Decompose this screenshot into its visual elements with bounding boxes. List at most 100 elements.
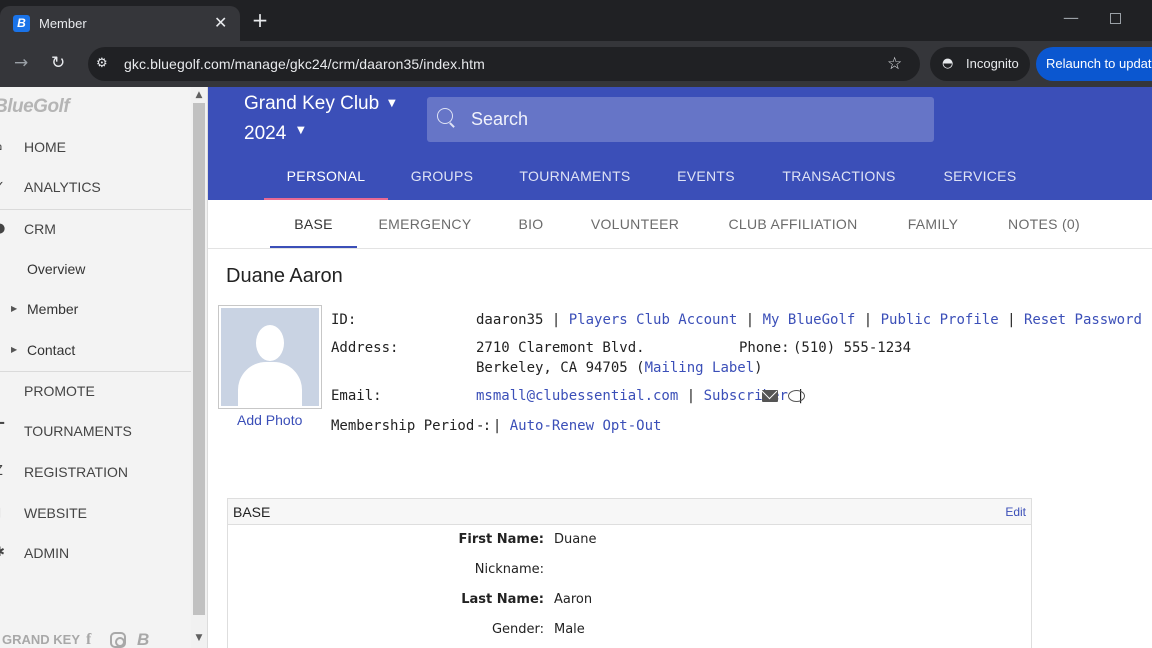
subtab-club-affiliation[interactable]: CLUB AFFILIATION xyxy=(714,200,872,248)
tab-transactions[interactable]: TRANSACTIONS xyxy=(774,163,904,199)
base-panel-title: BASE xyxy=(233,504,271,520)
facebook-icon[interactable]: f xyxy=(86,630,91,648)
edit-link[interactable]: Edit xyxy=(1005,499,1026,525)
url-text[interactable]: gkc.bluegolf.com/manage/gkc24/crm/daaron… xyxy=(124,54,485,74)
sidebar-subitem-contact[interactable]: ▶ Contact xyxy=(0,335,191,365)
email-row: msmall@clubessential.com | Subscriber | xyxy=(476,386,805,406)
bookmark-star-icon[interactable]: ☆ xyxy=(887,52,902,76)
players-club-account-link[interactable]: Players Club Account xyxy=(569,312,738,328)
site-settings-icon[interactable]: ⚙ xyxy=(96,54,108,74)
auto-renew-opt-out-link[interactable]: Auto-Renew Opt-Out xyxy=(510,418,662,434)
sidebar-subitem-member[interactable]: ▶ Member xyxy=(0,294,191,324)
base-panel-header: BASE Edit xyxy=(228,499,1031,525)
minimize-icon[interactable]: — xyxy=(1063,6,1079,30)
paren: ( xyxy=(636,360,645,376)
phone-label: Phone: xyxy=(739,340,790,356)
sidebar-scrollbar[interactable]: ▲ ▼ xyxy=(191,87,207,648)
bluegolf-icon[interactable]: B xyxy=(137,630,149,648)
sidebar-item-label: PROMOTE xyxy=(24,383,95,399)
sidebar-item-crm[interactable]: ● CRM xyxy=(0,214,191,244)
tournaments-icon: ▔ xyxy=(0,416,6,446)
expand-arrow-icon: ▶ xyxy=(11,304,18,313)
promote-icon: - xyxy=(0,376,6,406)
browser-tabstrip: B Member ✕ + — xyxy=(0,0,1152,41)
reset-password-link[interactable]: Reset Password xyxy=(1024,312,1142,328)
avatar-placeholder-icon xyxy=(221,308,319,406)
forward-icon[interactable]: → xyxy=(14,51,28,75)
search-input[interactable] xyxy=(471,97,921,142)
subtab-family[interactable]: FAMILY xyxy=(898,200,968,248)
address-line2: Berkeley, CA 94705 (Mailing Label) xyxy=(476,358,763,378)
incognito-indicator[interactable]: ◓ Incognito xyxy=(930,47,1030,81)
instagram-icon[interactable] xyxy=(110,632,126,648)
my-bluegolf-link[interactable]: My BlueGolf xyxy=(763,312,856,328)
reload-icon[interactable]: ↻ xyxy=(51,51,65,75)
subtab-base[interactable]: BASE xyxy=(270,200,357,248)
season-selector[interactable]: 2024 xyxy=(244,122,286,146)
sub-tabs: BASE EMERGENCY BIO VOLUNTEER CLUB AFFILI… xyxy=(208,200,1152,249)
sidebar-subitem-overview[interactable]: Overview xyxy=(0,254,191,284)
sidebar-item-label: ADMIN xyxy=(24,545,70,561)
first-name-label: First Name: xyxy=(458,532,544,547)
sidebar-item-website[interactable]: ▯ WEBSITE xyxy=(0,498,191,528)
tab-personal[interactable]: PERSONAL xyxy=(270,163,382,199)
tab-services[interactable]: SERVICES xyxy=(936,163,1024,199)
last-name-label: Last Name: xyxy=(461,592,544,607)
nickname-label: Nickname: xyxy=(474,562,544,577)
member-photo[interactable] xyxy=(218,305,322,409)
bluegolf-favicon-icon: B xyxy=(13,15,30,32)
subtab-volunteer[interactable]: VOLUNTEER xyxy=(582,200,688,248)
close-icon[interactable]: ✕ xyxy=(214,12,227,34)
subtab-notes[interactable]: NOTES (0) xyxy=(994,200,1094,248)
avatar-head xyxy=(256,325,284,361)
envelope-icon[interactable] xyxy=(762,390,778,402)
footer-club-name: GRAND KEY xyxy=(2,632,81,647)
tab-tournaments[interactable]: TOURNAMENTS xyxy=(512,163,638,199)
sidebar-item-tournaments[interactable]: ▔ TOURNAMENTS xyxy=(0,416,191,446)
bluegolf-logo[interactable]: BlueGolf xyxy=(0,95,70,119)
tab-title: Member xyxy=(39,16,87,31)
registration-icon: Z xyxy=(0,457,6,487)
sidebar-item-home[interactable]: ⌂ HOME xyxy=(0,132,191,162)
chevron-down-icon[interactable]: ▼ xyxy=(297,119,305,143)
tab-events[interactable]: EVENTS xyxy=(670,163,742,199)
sidebar-item-admin[interactable]: ✱ ADMIN xyxy=(0,538,191,568)
separator: | xyxy=(551,312,569,328)
scroll-down-icon[interactable]: ▼ xyxy=(191,632,207,644)
member-id: daaron35 xyxy=(476,312,544,328)
sidebar-item-analytics[interactable]: ✓ ANALYTICS xyxy=(0,172,191,202)
search-box[interactable] xyxy=(427,97,934,142)
browser-tab[interactable]: B Member ✕ xyxy=(0,6,240,41)
home-icon: ⌂ xyxy=(0,132,6,162)
incognito-label: Incognito xyxy=(966,56,1019,71)
first-name-value: Duane xyxy=(554,532,597,547)
subtab-bio[interactable]: BIO xyxy=(506,200,556,248)
club-selector[interactable]: Grand Key Club xyxy=(244,92,379,116)
scroll-up-icon[interactable]: ▲ xyxy=(191,89,207,101)
subtab-emergency[interactable]: EMERGENCY xyxy=(370,200,480,248)
membership-period-value: - xyxy=(476,418,485,434)
public-profile-link[interactable]: Public Profile xyxy=(881,312,999,328)
paren: ) xyxy=(754,360,763,376)
base-panel: BASE Edit First Name: Duane Nickname: La… xyxy=(227,498,1032,648)
sidebar-item-registration[interactable]: Z REGISTRATION xyxy=(0,457,191,487)
email-link[interactable]: msmall@clubessential.com xyxy=(476,388,678,404)
scrollbar-thumb[interactable] xyxy=(193,103,205,615)
chevron-down-icon[interactable]: ▼ xyxy=(388,92,396,116)
address-bar[interactable]: ⚙ gkc.bluegolf.com/manage/gkc24/crm/daar… xyxy=(88,47,920,81)
mailing-label-link[interactable]: Mailing Label xyxy=(645,360,755,376)
analytics-icon: ✓ xyxy=(0,172,6,202)
maximize-icon[interactable] xyxy=(1110,13,1121,24)
new-tab-icon[interactable]: + xyxy=(250,8,270,32)
gender-label: Gender: xyxy=(491,622,544,637)
relaunch-button[interactable]: Relaunch to update xyxy=(1036,47,1152,81)
id-row: daaron35 | Players Club Account | My Blu… xyxy=(476,310,1142,330)
address-line1: 2710 Claremont Blvd. xyxy=(476,340,645,356)
tab-groups[interactable]: GROUPS xyxy=(404,163,480,199)
chat-bubble-icon[interactable] xyxy=(788,390,805,402)
search-icon xyxy=(437,108,453,124)
incognito-icon: ◓ xyxy=(942,56,954,71)
add-photo-link[interactable]: Add Photo xyxy=(237,410,302,430)
sidebar-item-promote[interactable]: - PROMOTE xyxy=(0,376,191,406)
member-name: Duane Aaron xyxy=(226,265,343,287)
